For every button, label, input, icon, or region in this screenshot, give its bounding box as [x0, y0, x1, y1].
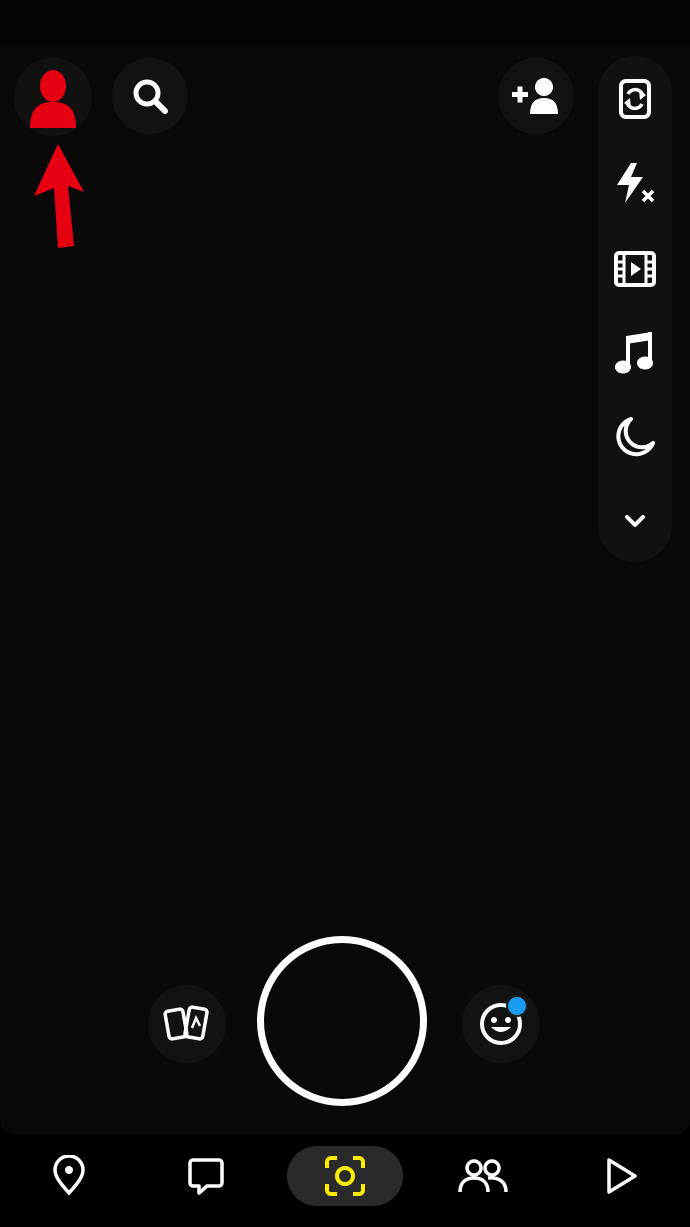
- play-icon: [607, 1158, 637, 1194]
- add-friend-icon: [512, 78, 558, 114]
- nav-map[interactable]: [29, 1144, 109, 1208]
- music-button[interactable]: [598, 318, 672, 388]
- map-pin-icon: [53, 1155, 85, 1196]
- search-button[interactable]: [112, 58, 188, 134]
- annotation-arrow-icon: [34, 144, 84, 248]
- video-clip-icon: [614, 251, 656, 287]
- chevron-down-icon: [625, 515, 645, 527]
- nav-spotlight[interactable]: [581, 1144, 661, 1208]
- bottom-navigation: [0, 1134, 690, 1227]
- flip-camera-icon: [619, 79, 651, 119]
- status-bar: [0, 0, 690, 44]
- video-mode-button[interactable]: [598, 234, 672, 304]
- nav-chat[interactable]: [166, 1144, 246, 1208]
- night-mode-icon: [616, 417, 655, 457]
- add-friend-button[interactable]: [498, 58, 574, 134]
- nav-friends[interactable]: [443, 1144, 523, 1208]
- friends-icon: [458, 1159, 508, 1193]
- lenses-button[interactable]: [462, 985, 540, 1063]
- capture-button[interactable]: [257, 936, 427, 1106]
- profile-avatar-button[interactable]: [14, 58, 92, 136]
- memories-button[interactable]: [148, 985, 226, 1063]
- camera-icon: [325, 1156, 365, 1196]
- search-icon: [133, 79, 168, 114]
- flash-button[interactable]: [598, 148, 672, 218]
- bitmoji-avatar-icon: [30, 70, 76, 128]
- night-mode-button[interactable]: [598, 402, 672, 472]
- notification-dot: [506, 995, 528, 1017]
- chat-icon: [188, 1158, 224, 1195]
- camera-toolbar: [598, 56, 672, 562]
- music-note-icon: [615, 332, 653, 374]
- memories-icon: [163, 1005, 209, 1041]
- flash-off-icon: [617, 163, 655, 203]
- flip-camera-button[interactable]: [598, 64, 672, 134]
- more-tools-button[interactable]: [598, 486, 672, 556]
- nav-camera[interactable]: [305, 1144, 385, 1208]
